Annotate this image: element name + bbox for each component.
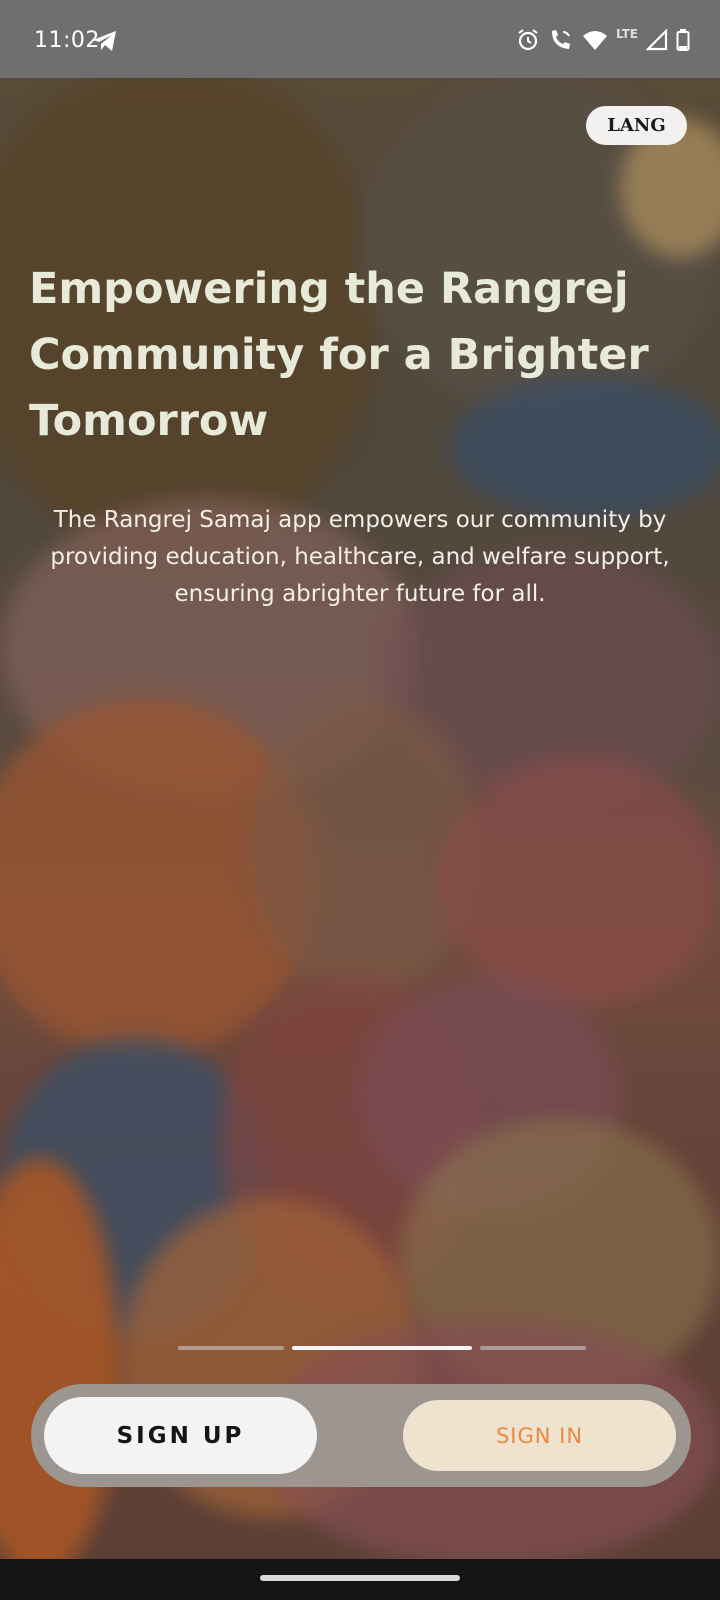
status-bar: 11:02 LTE bbox=[0, 0, 720, 78]
page-indicator bbox=[178, 1346, 586, 1350]
wifi-call-icon bbox=[551, 30, 570, 49]
sign-in-button[interactable]: SIGN IN bbox=[403, 1400, 676, 1471]
navigation-bar bbox=[0, 1559, 720, 1600]
battery-icon bbox=[676, 29, 690, 51]
auth-toggle-bar: SIGN UP SIGN IN bbox=[31, 1384, 691, 1487]
sign-up-button[interactable]: SIGN UP bbox=[44, 1397, 317, 1474]
lte-label: LTE bbox=[615, 27, 638, 41]
hero-title: Empowering the Rangrej Community for a B… bbox=[29, 264, 649, 446]
alarm-icon bbox=[518, 29, 538, 51]
telegram-icon bbox=[93, 31, 116, 51]
language-button[interactable]: LANG bbox=[586, 106, 687, 145]
hero-description: The Rangrej Samaj app empowers our commu… bbox=[50, 507, 670, 607]
status-icons: LTE bbox=[516, 26, 690, 54]
page-dot-active bbox=[292, 1346, 472, 1350]
status-time: 11:02 bbox=[34, 28, 100, 53]
wifi-icon bbox=[582, 31, 607, 50]
page-dot bbox=[178, 1346, 284, 1350]
onboarding-screen: 11:02 LTE LANG Empowering the Rangrej Co… bbox=[0, 0, 720, 1600]
home-indicator[interactable] bbox=[260, 1575, 460, 1581]
signal-icon bbox=[646, 29, 668, 51]
page-dot bbox=[480, 1346, 586, 1350]
